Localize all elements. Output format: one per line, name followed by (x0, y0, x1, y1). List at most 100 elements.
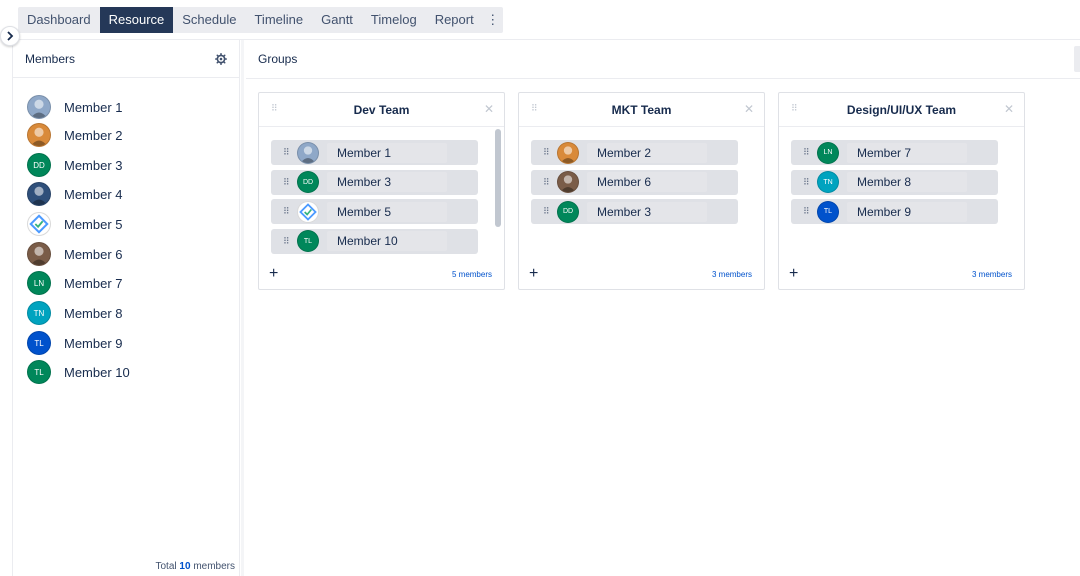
list-item[interactable]: ⠿ DD Member 3 (271, 169, 478, 195)
avatar: TL (817, 200, 839, 223)
member-name: Member 8 (847, 172, 967, 193)
avatar (27, 123, 51, 147)
members-total-prefix: Total (155, 561, 177, 572)
list-item[interactable]: ⠿ Member 6 (531, 169, 738, 195)
avatar: TN (27, 301, 51, 325)
drag-handle-icon[interactable]: ⠿ (283, 236, 297, 246)
member-name: Member 10 (64, 364, 130, 380)
scrollbar[interactable] (495, 129, 501, 227)
members-total: Total 10 members (156, 561, 236, 572)
tab-dashboard[interactable]: Dashboard (18, 7, 100, 33)
close-icon[interactable]: ✕ (744, 103, 754, 115)
member-name: Member 3 (587, 201, 707, 222)
avatar (27, 182, 51, 206)
group-member-count: 3 members (971, 270, 1012, 279)
members-panel-header: Members (13, 40, 239, 78)
list-item[interactable]: ⠿ Member 1 (271, 140, 478, 165)
member-name: Member 1 (64, 99, 123, 115)
avatar (297, 200, 319, 223)
list-item[interactable]: ⠿ Member 2 (531, 140, 738, 165)
sidebar-resize-handle[interactable] (241, 40, 244, 576)
member-name: Member 3 (327, 172, 447, 193)
close-icon[interactable]: ✕ (484, 103, 494, 115)
group-member-count: 5 members (451, 270, 492, 279)
tab-schedule[interactable]: Schedule (173, 7, 245, 33)
list-item[interactable]: Member 1 (27, 95, 123, 119)
groups-header: Groups (246, 40, 1080, 79)
member-name: Member 7 (64, 275, 123, 291)
drag-handle-icon[interactable]: ⠿ (803, 207, 817, 216)
avatar (557, 171, 579, 194)
tab-report[interactable]: Report (426, 7, 483, 33)
group-members-list: ⠿ LN Member 7 ⠿ TN Member 8 ⠿ TL Member 9 (791, 140, 1012, 255)
list-item[interactable]: TL Member 9 (27, 331, 123, 355)
group-members-list: ⠿ Member 1 ⠿ DD Member 3 ⠿ Member 5 ⠿ TL Member 1… (271, 140, 492, 255)
avatar: TL (27, 331, 51, 355)
list-item[interactable]: ⠿ DD Member 3 (531, 199, 738, 225)
list-item[interactable]: Member 2 (27, 123, 123, 147)
drag-handle-icon[interactable]: ⠿ (543, 207, 557, 216)
member-name: Member 9 (847, 201, 967, 222)
group-card-header: ⠿ Dev Team ✕ (259, 93, 504, 127)
drag-handle-icon[interactable]: ⠿ (543, 177, 557, 187)
list-item[interactable]: TN Member 8 (27, 301, 123, 325)
avatar (557, 141, 579, 164)
drag-handle-icon[interactable]: ⠿ (803, 148, 817, 157)
group-title: Design/UI/UX Team (846, 103, 957, 117)
list-item[interactable]: ⠿ TL Member 10 (271, 228, 478, 254)
avatar: TL (27, 360, 51, 384)
drag-handle-icon[interactable]: ⠿ (283, 207, 297, 216)
avatar: DD (297, 171, 319, 194)
tab-gantt[interactable]: Gantt (312, 7, 362, 33)
list-item[interactable]: Member 5 (27, 212, 123, 236)
drag-handle-icon[interactable]: ⠿ (283, 177, 297, 187)
member-name: Member 8 (64, 305, 123, 321)
group-card-header: ⠿ MKT Team ✕ (519, 93, 764, 127)
members-panel-title: Members (25, 51, 76, 66)
list-item[interactable]: LN Member 7 (27, 271, 123, 295)
list-item[interactable]: ⠿ LN Member 7 (791, 140, 998, 165)
tab-resource[interactable]: Resource (99, 7, 174, 33)
avatar: LN (27, 271, 51, 295)
tab-timeline[interactable]: Timeline (245, 7, 312, 33)
members-total-count: 10 (179, 561, 191, 572)
expand-sidebar-button[interactable] (0, 26, 20, 46)
list-item[interactable]: DD Member 3 (27, 153, 123, 177)
group-members-list: ⠿ Member 2 ⠿ Member 6 ⠿ DD Member 3 (531, 140, 752, 255)
avatar: DD (557, 200, 579, 223)
groups-title: Groups (258, 52, 298, 66)
more-vertical-icon[interactable]: ⋮ (483, 7, 503, 33)
members-total-suffix: members (193, 561, 235, 572)
member-name: Member 1 (327, 142, 447, 163)
avatar (27, 242, 51, 266)
member-name: Member 6 (587, 172, 707, 193)
tab-timelog[interactable]: Timelog (362, 7, 426, 33)
drag-handle-icon[interactable]: ⠿ (283, 148, 297, 157)
list-item[interactable]: ⠿ TN Member 8 (791, 169, 998, 195)
list-item[interactable]: ⠿ Member 5 (271, 199, 478, 225)
members-panel: Members Member 1 Member 2 DD Member 3 Member… (12, 40, 240, 576)
member-name: Member 2 (64, 127, 123, 143)
list-item[interactable]: TL Member 10 (27, 360, 130, 384)
avatar: TL (297, 230, 319, 253)
add-member-button[interactable]: + (529, 266, 538, 282)
list-item[interactable]: ⠿ TL Member 9 (791, 199, 998, 225)
close-icon[interactable]: ✕ (1004, 103, 1014, 115)
drag-handle-icon[interactable]: ⠿ (543, 148, 557, 157)
add-member-button[interactable]: + (789, 266, 798, 282)
member-name: Member 9 (64, 335, 123, 351)
right-panel-toggle[interactable] (1074, 46, 1080, 72)
member-name: Member 7 (847, 142, 967, 163)
gear-icon[interactable] (215, 52, 227, 65)
list-item[interactable]: Member 4 (27, 182, 123, 206)
member-name: Member 5 (64, 216, 123, 232)
group-card: ⠿ Dev Team ✕ ⠿ Member 1 ⠿ DD Member 3 ⠿ Member 5 ⠿… (258, 92, 505, 290)
member-name: Member 6 (64, 246, 123, 262)
view-tabs: Dashboard Resource Schedule Timeline Gantt Ti… (18, 7, 503, 33)
group-card-header: ⠿ Design/UI/UX Team ✕ (779, 93, 1024, 127)
add-member-button[interactable]: + (269, 266, 278, 282)
group-title: MKT Team (611, 103, 672, 117)
list-item[interactable]: Member 6 (27, 242, 123, 266)
drag-handle-icon[interactable]: ⠿ (803, 177, 817, 187)
member-name: Member 5 (327, 201, 447, 222)
